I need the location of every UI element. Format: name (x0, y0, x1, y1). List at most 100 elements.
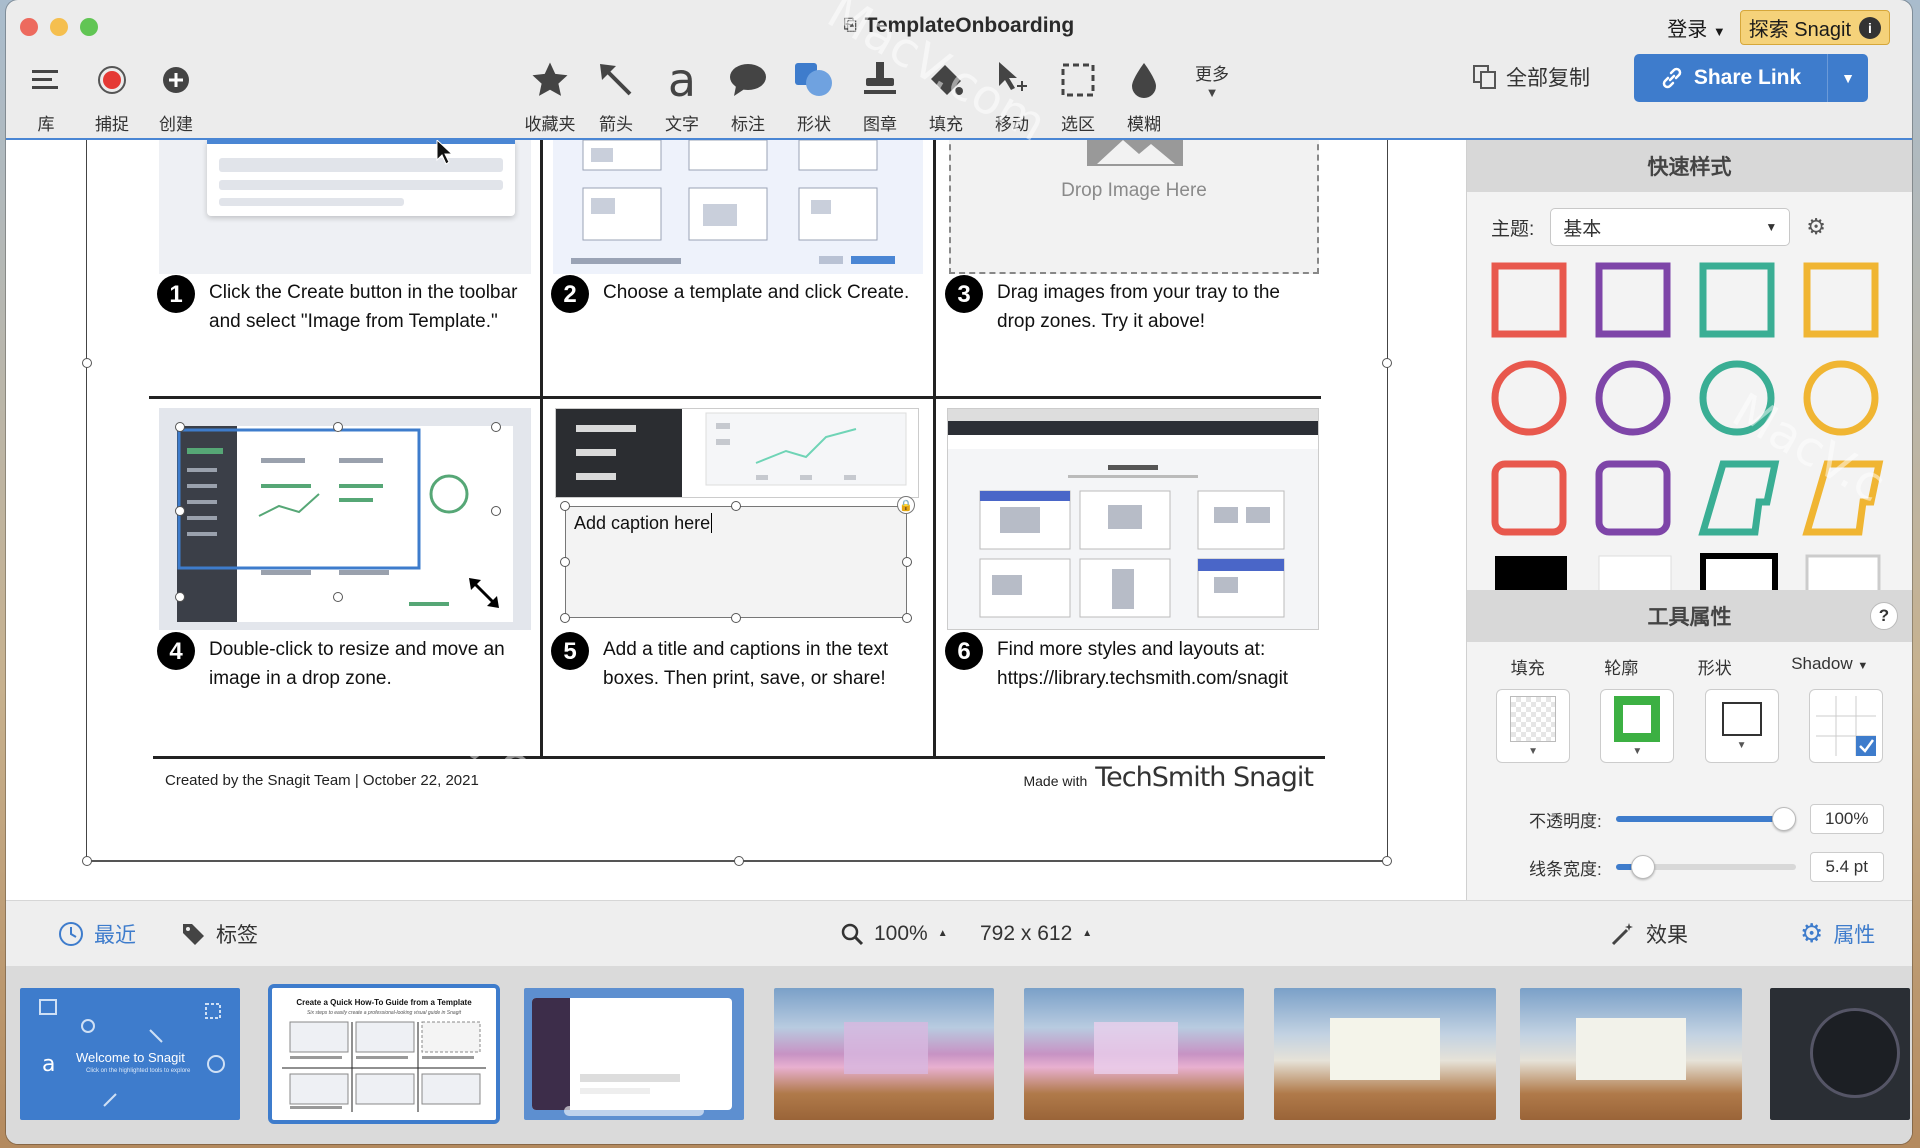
canvas-resize-handle[interactable] (1382, 358, 1392, 368)
resize-handle[interactable] (175, 422, 185, 432)
rectangle-shape-icon (1721, 701, 1762, 736)
properties-button[interactable]: ⚙ 属性 (1800, 918, 1875, 949)
tray-thumbnail[interactable]: Welcome to Snagit Click on the highlight… (20, 988, 240, 1120)
resize-handle[interactable] (175, 506, 185, 516)
slider-knob[interactable] (1771, 807, 1796, 831)
magic-wand-icon (1611, 922, 1633, 945)
tool-properties-title: 工具属性 (1647, 606, 1732, 629)
snagit-editor-window: ⎘ TemplateOnboarding 登录 ▼ 探索 Snagit i 库 … (6, 0, 1912, 1144)
caption-textbox[interactable]: Add caption here (565, 506, 907, 618)
shape-picker[interactable]: ▼ (1704, 689, 1779, 763)
tray-thumbnail[interactable] (1770, 988, 1910, 1120)
tool-stamp[interactable]: 图章 (848, 56, 912, 135)
step-text[interactable]: Click the Create button in the toolbar a… (209, 278, 527, 336)
effects-button[interactable]: 效果 (1610, 919, 1688, 949)
minimize-window-button[interactable] (50, 18, 68, 36)
tool-favorites[interactable]: 收藏夹 (518, 56, 582, 135)
tray-thumbnail[interactable] (1274, 988, 1496, 1120)
tray-thumbnail[interactable] (524, 988, 744, 1120)
canvas-resize-handle[interactable] (82, 856, 92, 866)
library-button[interactable]: 库 (14, 56, 78, 135)
tool-callout[interactable]: 标注 (716, 56, 780, 135)
drop-zone[interactable]: Drop Image Here (949, 140, 1319, 274)
dimensions-control[interactable]: 792 x 612 ▲ (980, 922, 1092, 946)
search-icon (841, 923, 864, 945)
opacity-value[interactable]: 100% (1809, 804, 1884, 834)
tray-thumbnail[interactable] (1520, 988, 1742, 1120)
shadow-dropdown[interactable]: Shadow ▼ (1791, 654, 1868, 679)
resize-handle[interactable] (333, 592, 343, 602)
resize-handle[interactable] (902, 613, 912, 623)
opacity-slider[interactable] (1615, 807, 1796, 831)
share-link-button[interactable]: Share Link ▼ (1634, 54, 1868, 102)
gear-icon[interactable]: ⚙ (1806, 214, 1826, 240)
more-label: 更多 (1195, 65, 1229, 84)
resize-handle[interactable] (491, 506, 501, 516)
tray-thumbnail[interactable] (1024, 988, 1244, 1120)
step2-screenshot[interactable] (553, 140, 923, 274)
tool-shape[interactable]: 形状 (782, 56, 846, 135)
caption-text[interactable]: Add caption here (574, 513, 710, 533)
transparent-swatch (1510, 695, 1557, 742)
recent-button[interactable]: 最近 (58, 919, 136, 949)
effects-label: 效果 (1646, 923, 1688, 947)
opacity-row: 不透明度: 100% (1529, 804, 1884, 834)
tool-fill[interactable]: 填充 (914, 56, 978, 135)
step-text[interactable]: Add a title and captions in the text box… (603, 635, 921, 693)
chevron-down-icon: ▼ (1857, 660, 1869, 672)
tool-arrow[interactable]: 箭头 (584, 56, 648, 135)
step1-screenshot[interactable] (159, 140, 531, 274)
tray-thumbnail-selected[interactable]: Create a Quick How-To Guide from a Templ… (268, 984, 500, 1124)
resize-handle[interactable] (902, 557, 912, 567)
zoom-control[interactable]: 100% ▲ (840, 922, 948, 946)
shadow-picker[interactable] (1808, 689, 1883, 763)
resize-handle[interactable] (731, 613, 741, 623)
capture-tray: Welcome to Snagit Click on the highlight… (6, 966, 1912, 1144)
tags-button[interactable]: 标签 (180, 919, 258, 949)
chevron-down-icon: ▼ (1765, 220, 1778, 234)
more-tools-button[interactable]: 更多 ▼ (1180, 56, 1244, 100)
theme-select[interactable]: 基本 ▼ (1550, 208, 1791, 246)
step-text[interactable]: Choose a template and click Create. (603, 278, 909, 313)
step-text[interactable]: Drag images from your tray to the drop z… (997, 278, 1315, 336)
share-options-dropdown[interactable]: ▼ (1828, 70, 1868, 86)
template-page[interactable]: Drop Image Here 1 Click the Create butto… (86, 140, 1388, 862)
fill-color-picker[interactable]: ▼ (1496, 689, 1571, 763)
line-width-value[interactable]: 5.4 pt (1809, 852, 1884, 882)
tool-text[interactable]: a 文字 (650, 53, 714, 135)
tool-move[interactable]: 移动 (980, 56, 1044, 135)
resize-handle[interactable] (560, 501, 570, 511)
create-button[interactable]: 创建 (144, 56, 208, 135)
step4-screenshot[interactable] (159, 408, 531, 630)
canvas-resize-handle[interactable] (734, 856, 744, 866)
resize-handle[interactable] (560, 613, 570, 623)
step5-screenshot[interactable] (555, 408, 919, 498)
step-text[interactable]: Find more styles and layouts at: https:/… (997, 635, 1325, 693)
editor-canvas[interactable]: Drop Image Here 1 Click the Create butto… (6, 140, 1466, 900)
zoom-window-button[interactable] (80, 18, 98, 36)
resize-handle[interactable] (731, 501, 741, 511)
resize-handle[interactable] (333, 422, 343, 432)
explore-snagit-button[interactable]: 探索 Snagit i (1739, 10, 1890, 45)
footer-credit[interactable]: Created by the Snagit Team | October 22,… (165, 772, 479, 789)
canvas-resize-handle[interactable] (82, 358, 92, 368)
step-text[interactable]: Double-click to resize and move an image… (209, 635, 527, 693)
outline-color-picker[interactable]: ▼ (1600, 689, 1675, 763)
slider-knob[interactable] (1631, 855, 1656, 879)
tool-selection[interactable]: 选区 (1046, 56, 1110, 135)
copy-all-button[interactable]: 全部复制 (1472, 62, 1590, 92)
lock-icon[interactable]: 🔒 (897, 496, 915, 514)
tray-thumbnail[interactable] (774, 988, 994, 1120)
resize-handle[interactable] (175, 592, 185, 602)
step6-screenshot[interactable] (947, 408, 1319, 630)
capture-button[interactable]: 捕捉 (80, 56, 144, 135)
help-button[interactable]: ? (1870, 602, 1898, 630)
login-menu[interactable]: 登录 ▼ (1667, 13, 1725, 42)
resize-handle[interactable] (491, 422, 501, 432)
close-window-button[interactable] (20, 18, 38, 36)
canvas-resize-handle[interactable] (1382, 856, 1392, 866)
line-width-slider[interactable] (1615, 855, 1796, 879)
resize-handle[interactable] (560, 557, 570, 567)
step-number: 5 (551, 632, 589, 670)
tool-blur[interactable]: 模糊 (1112, 56, 1176, 135)
